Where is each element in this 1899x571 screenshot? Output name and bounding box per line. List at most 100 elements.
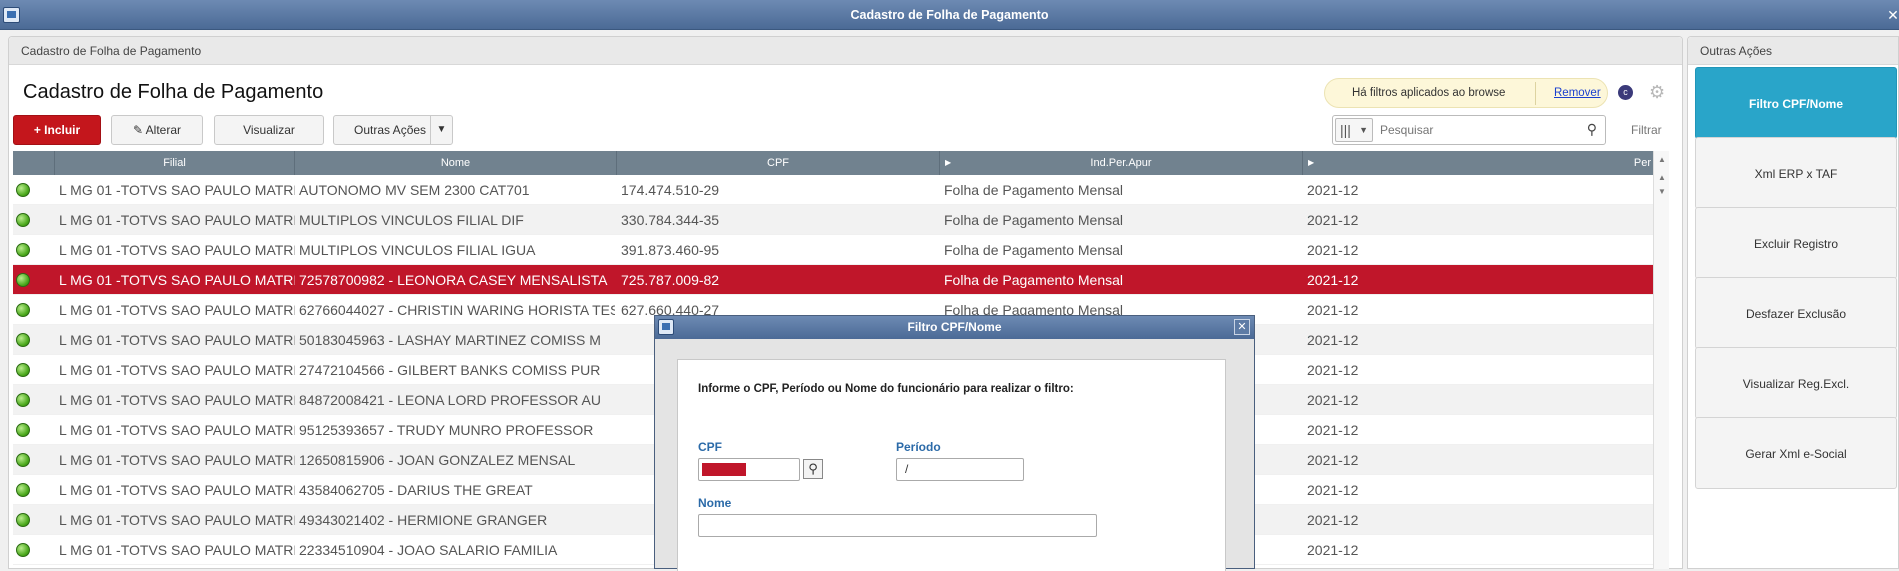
cell-cpf: 330.784.344-35	[621, 212, 720, 228]
xml-erp-taf-button[interactable]: Xml ERP x TAF	[1695, 137, 1897, 209]
main-panel-header: Cadastro de Folha de Pagamento	[9, 37, 1682, 65]
filter-notice-text: Há filtros aplicados ao browse	[1352, 87, 1506, 99]
close-icon[interactable]: ✕	[1234, 319, 1250, 335]
incluir-button[interactable]: + Incluir	[13, 115, 101, 145]
window-close-icon[interactable]: ✕	[1887, 0, 1899, 30]
outras-acoes-label: Outras Ações	[354, 123, 427, 137]
column-header-cpf[interactable]: CPF	[617, 151, 940, 175]
cell-per: 2021-12	[1307, 482, 1359, 498]
cell-filial: L MG 01 -TOTVS SAO PAULO MATRIZ	[59, 302, 295, 318]
status-indicator-icon	[16, 363, 30, 377]
cell-nome: 84872008421 - LEONA LORD PROFESSOR AU	[299, 392, 601, 408]
dialog-body: Informe o CPF, Período ou Nome do funcio…	[677, 359, 1226, 571]
expand-arrow-icon: ▶	[1308, 158, 1315, 167]
grid-header: Filial Nome CPF ▶ Ind.Per.Apur ▶ Per	[13, 151, 1653, 175]
status-indicator-icon	[16, 303, 30, 317]
status-indicator-icon	[16, 213, 30, 227]
periodo-field[interactable]: /	[896, 458, 1024, 481]
cell-per: 2021-12	[1307, 512, 1359, 528]
chevron-down-icon[interactable]: ▼	[430, 116, 452, 144]
nome-label: Nome	[698, 496, 732, 510]
cell-nome: 22334510904 - JOAO SALARIO FAMILIA	[299, 542, 558, 558]
page-title: Cadastro de Folha de Pagamento	[23, 81, 324, 103]
cell-per: 2021-12	[1307, 542, 1359, 558]
column-header-nome[interactable]: Nome	[295, 151, 617, 175]
filtrar-link[interactable]: Filtrar	[1631, 123, 1662, 137]
cpf-field[interactable]	[698, 458, 800, 481]
table-row[interactable]: L MG 01 -TOTVS SAO PAULO MATRIZ MULTIPLOS…	[13, 205, 1653, 235]
cell-ind: Folha de Pagamento Mensal	[944, 242, 1123, 258]
cell-per: 2021-12	[1307, 272, 1359, 288]
scroll-down-icon[interactable]: ▼	[1656, 185, 1668, 199]
column-header-filial[interactable]: Filial	[55, 151, 295, 175]
table-row[interactable]: L MG 01 -TOTVS SAO PAULO MATRIZ MULTIPLOS…	[13, 235, 1653, 265]
cell-nome: 43584062705 - DARIUS THE GREAT	[299, 482, 533, 498]
cell-nome: MULTIPLOS VINCULOS FILIAL IGUA	[299, 242, 536, 258]
divider	[1535, 82, 1536, 105]
column-header-ind-per-apur[interactable]: ▶ Ind.Per.Apur	[940, 151, 1303, 175]
window-title: Cadastro de Folha de Pagamento	[850, 8, 1049, 22]
table-row[interactable]: L MG 01 -TOTVS SAO PAULO MATRIZ 725787009…	[13, 265, 1653, 295]
scroll-up-icon[interactable]: ▲	[1656, 171, 1668, 185]
status-indicator-icon	[16, 483, 30, 497]
dialog-title: Filtro CPF/Nome	[907, 320, 1002, 334]
status-indicator-icon	[16, 423, 30, 437]
app-window-icon[interactable]	[3, 7, 20, 23]
outras-acoes-button[interactable]: Outras Ações ▼	[333, 115, 453, 145]
status-indicator-icon	[16, 513, 30, 527]
status-indicator-icon	[16, 243, 30, 257]
status-indicator-icon	[16, 453, 30, 467]
cell-nome: 49343021402 - HERMIONE GRANGER	[299, 512, 548, 528]
cell-filial: L MG 01 -TOTVS SAO PAULO MATRIZ	[59, 542, 295, 558]
visualizar-reg-excl-button[interactable]: Visualizar Reg.Excl.	[1695, 347, 1897, 419]
alterar-button[interactable]: ✎ Alterar	[111, 115, 203, 145]
expand-arrow-icon: ▶	[945, 158, 952, 167]
side-panel-header: Outras Ações	[1688, 37, 1898, 65]
search-input[interactable]	[1378, 120, 1578, 140]
visualizar-button[interactable]: Visualizar	[214, 115, 324, 145]
cell-filial: L MG 01 -TOTVS SAO PAULO MATRIZ	[59, 482, 295, 498]
cell-per: 2021-12	[1307, 392, 1359, 408]
cell-nome: 27472104566 - GILBERT BANKS COMISS PUR	[299, 362, 601, 378]
cell-nome: 62766044027 - CHRISTIN WARING HORISTA TE…	[299, 302, 615, 318]
cell-ind: Folha de Pagamento Mensal	[944, 182, 1123, 198]
help-icon[interactable]: c	[1618, 85, 1633, 100]
remove-filter-link[interactable]: Remover	[1554, 87, 1601, 99]
cell-filial: L MG 01 -TOTVS SAO PAULO MATRIZ	[59, 272, 295, 288]
periodo-label: Período	[896, 440, 941, 454]
cell-cpf: 174.474.510-29	[621, 182, 720, 198]
gerar-xml-esocial-button[interactable]: Gerar Xml e-Social	[1695, 417, 1897, 489]
cell-filial: L MG 01 -TOTVS SAO PAULO MATRIZ	[59, 182, 295, 198]
status-column-header[interactable]	[13, 151, 55, 175]
cell-ind: Folha de Pagamento Mensal	[944, 212, 1123, 228]
columns-icon: |||	[1340, 122, 1351, 138]
cell-filial: L MG 01 -TOTVS SAO PAULO MATRIZ	[59, 422, 295, 438]
search-icon[interactable]: ⚲	[1587, 121, 1597, 138]
nome-field[interactable]	[698, 514, 1097, 537]
columns-selector-button[interactable]: ||| ▼	[1335, 118, 1373, 142]
cell-per: 2021-12	[1307, 302, 1359, 318]
cell-nome: MULTIPLOS VINCULOS FILIAL DIF	[299, 212, 524, 228]
desfazer-exclusao-button[interactable]: Desfazer Exclusão	[1695, 277, 1897, 349]
cell-filial: L MG 01 -TOTVS SAO PAULO MATRIZ	[59, 512, 295, 528]
table-row[interactable]: L MG 01 -TOTVS SAO PAULO MATRIZ AUTONOMO …	[13, 175, 1653, 205]
dialog-window-icon[interactable]	[658, 319, 674, 335]
excluir-registro-button[interactable]: Excluir Registro	[1695, 207, 1897, 279]
search-icon[interactable]: ⚲	[803, 459, 823, 479]
status-indicator-icon	[16, 393, 30, 407]
status-indicator-icon	[16, 543, 30, 557]
chevron-down-icon: ▼	[1359, 125, 1368, 135]
cell-nome: 95125393657 - TRUDY MUNRO PROFESSOR	[299, 422, 594, 438]
scroll-top-icon[interactable]: ▲	[1656, 153, 1668, 167]
cell-filial: L MG 01 -TOTVS SAO PAULO MATRIZ	[59, 392, 295, 408]
grid-vertical-scrollbar[interactable]: ▲ ▲ ▼	[1653, 151, 1669, 569]
filter-notice: Há filtros aplicados ao browse Remover	[1324, 78, 1608, 108]
cell-nome: 50183045963 - LASHAY MARTINEZ COMISS M	[299, 332, 601, 348]
filtro-cpf-nome-dialog: Filtro CPF/Nome ✕ Informe o CPF, Período…	[654, 315, 1255, 571]
cell-per: 2021-12	[1307, 242, 1359, 258]
column-header-per[interactable]: ▶ Per	[1303, 151, 1653, 175]
cell-per: 2021-12	[1307, 422, 1359, 438]
gear-icon[interactable]: ⚙	[1649, 82, 1665, 103]
filtro-cpf-nome-button[interactable]: Filtro CPF/Nome	[1695, 67, 1897, 139]
cell-nome: AUTONOMO MV SEM 2300 CAT701	[299, 182, 530, 198]
